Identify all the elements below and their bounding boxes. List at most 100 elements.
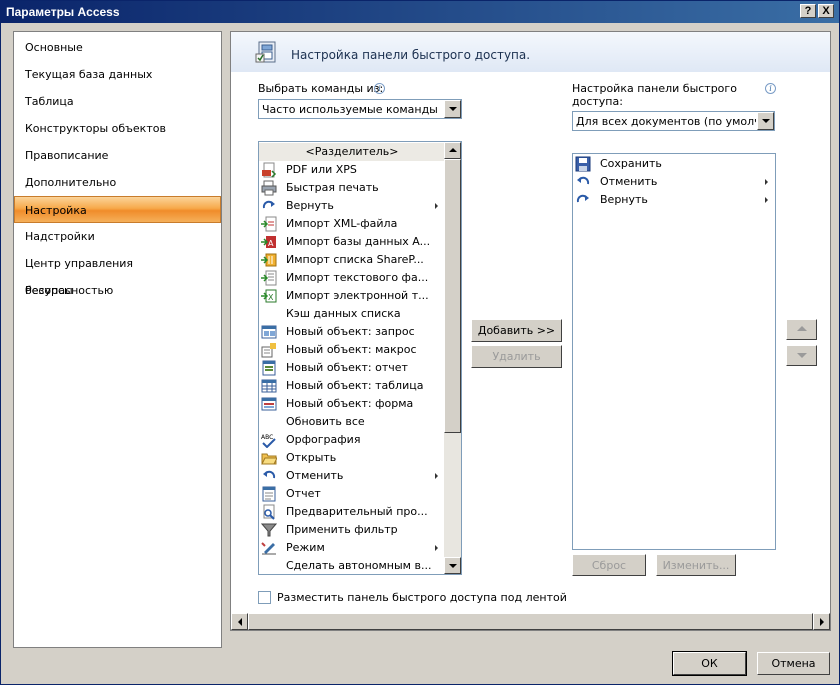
commands-scrollbar[interactable]	[444, 142, 461, 574]
window-title: Параметры Access	[6, 5, 120, 19]
sidebar-item[interactable]: Текущая база данных	[14, 61, 221, 88]
scroll-right-button[interactable]	[813, 613, 830, 630]
open-folder-icon	[261, 450, 278, 466]
list-item-label: Открыть	[286, 451, 337, 464]
list-item-label: Новый объект: запрос	[286, 325, 415, 338]
sidebar-item[interactable]: Правописание	[14, 142, 221, 169]
new-macro-icon	[261, 342, 277, 358]
list-item[interactable]: Обновить все	[259, 413, 445, 431]
add-button[interactable]: Добавить >>	[471, 319, 562, 342]
main-horizontal-scrollbar[interactable]	[231, 613, 830, 630]
list-item[interactable]: Вернуть	[259, 197, 445, 215]
sidebar-item[interactable]: Надстройки	[14, 223, 221, 250]
list-item[interactable]: Новый объект: макрос	[259, 341, 445, 359]
remove-button[interactable]: Удалить	[471, 345, 562, 368]
list-item[interactable]: Отменить	[573, 173, 775, 191]
arrow-up-icon	[797, 326, 807, 331]
customize-toolbar-dropdown[interactable]: Для всех документов (по умолч...	[572, 111, 775, 131]
chevron-down-icon[interactable]	[444, 100, 461, 118]
sidebar: Основные Текущая база данных Таблица Констр…	[13, 31, 222, 648]
choose-commands-label-text: Выбрать команды из:	[258, 82, 384, 95]
modify-button[interactable]: Изменить...	[656, 554, 736, 576]
cancel-button[interactable]: Отмена	[757, 652, 830, 675]
list-item-label: Отменить	[600, 175, 658, 188]
list-item[interactable]: Предварительный про...	[259, 503, 445, 521]
list-item[interactable]: Сохранить	[573, 155, 775, 173]
offline-icon	[261, 558, 277, 574]
list-item[interactable]: Сделать автономным в...	[259, 557, 445, 574]
list-item[interactable]: Кэш данных списка	[259, 305, 445, 323]
move-down-button[interactable]	[786, 345, 817, 366]
filter-icon	[260, 522, 278, 538]
list-item[interactable]: Новый объект: запрос	[259, 323, 445, 341]
below-ribbon-checkbox[interactable]	[258, 591, 271, 604]
arrow-down-icon	[797, 353, 807, 358]
customize-toolbar-value: Для всех документов (по умолч...	[576, 115, 756, 128]
list-item[interactable]: Вернуть	[573, 191, 775, 209]
list-item[interactable]: Импорт текстового фа...	[259, 269, 445, 287]
new-table-icon	[261, 378, 277, 394]
page-title: Настройка панели быстрого доступа.	[291, 48, 531, 62]
import-text-icon	[261, 270, 277, 286]
list-item[interactable]: Отчет	[259, 485, 445, 503]
list-item-label: Кэш данных списка	[286, 307, 401, 320]
ok-button[interactable]: ОК	[672, 651, 747, 676]
list-item-label: Новый объект: форма	[286, 397, 414, 410]
scroll-thumb[interactable]	[444, 159, 461, 433]
list-item-label: Сделать автономным в...	[286, 559, 432, 572]
scroll-down-button[interactable]	[444, 557, 461, 574]
list-item[interactable]: Новый объект: форма	[259, 395, 445, 413]
list-item[interactable]: Быстрая печать	[259, 179, 445, 197]
list-item[interactable]: Новый объект: таблица	[259, 377, 445, 395]
chevron-right-icon	[435, 545, 438, 551]
list-item[interactable]: Применить фильтр	[259, 521, 445, 539]
list-item-label: Отчет	[286, 487, 321, 500]
info-icon: i	[374, 83, 385, 94]
redo-icon	[261, 198, 277, 214]
scroll-up-button[interactable]	[444, 142, 461, 159]
main-panel: Настройка панели быстрого доступа. Выбра…	[230, 31, 831, 631]
sidebar-item[interactable]: Ресурсы	[14, 277, 221, 304]
sidebar-item[interactable]: Таблица	[14, 88, 221, 115]
list-item[interactable]: Режим	[259, 539, 445, 557]
refresh-all-icon	[261, 414, 277, 430]
sidebar-item[interactable]: Центр управления безопасностью	[14, 250, 221, 297]
sidebar-item[interactable]: Дополнительно	[14, 169, 221, 196]
list-item-label: Режим	[286, 541, 325, 554]
horizontal-scroll-thumb[interactable]	[248, 613, 813, 630]
svg-text:A: A	[268, 239, 274, 248]
list-item[interactable]: Отменить	[259, 467, 445, 485]
list-item-label: Новый объект: таблица	[286, 379, 424, 392]
move-up-button[interactable]	[786, 319, 817, 340]
list-item[interactable]: Открыть	[259, 449, 445, 467]
help-button[interactable]: ?	[800, 4, 816, 18]
chevron-right-icon	[765, 197, 768, 203]
sidebar-item[interactable]: Настройка	[14, 196, 221, 223]
list-item[interactable]: Импорт XML-файла	[259, 215, 445, 233]
scroll-left-button[interactable]	[231, 613, 248, 630]
chevron-down-icon[interactable]	[757, 112, 774, 130]
list-item-label: Импорт базы данных A...	[286, 235, 431, 248]
toolbar-items-list[interactable]: Сохранить Отменить Вернуть	[572, 153, 776, 550]
sidebar-item[interactable]: Конструкторы объектов	[14, 115, 221, 142]
redo-icon	[575, 192, 591, 208]
list-item[interactable]: ABC Орфография	[259, 431, 445, 449]
close-button[interactable]: X	[818, 4, 834, 18]
list-item-label: Обновить все	[286, 415, 365, 428]
list-item[interactable]: A Импорт базы данных A...	[259, 233, 445, 251]
choose-commands-dropdown[interactable]: Часто используемые команды	[258, 99, 462, 119]
list-item[interactable]: X Импорт электронной т...	[259, 287, 445, 305]
title-bar: Параметры Access ? X	[1, 1, 839, 23]
commands-list[interactable]: <Разделитель> PDF или XPS Быстрая печать Ве…	[258, 141, 462, 575]
info-icon: i	[765, 83, 776, 94]
reset-button[interactable]: Сброс	[572, 554, 646, 576]
list-item[interactable]: PDF или XPS	[259, 161, 445, 179]
sidebar-item[interactable]: Основные	[14, 34, 221, 61]
header-band: Настройка панели быстрого доступа.	[231, 32, 830, 72]
list-item[interactable]: Импорт списка ShareP...	[259, 251, 445, 269]
list-item[interactable]: Новый объект: отчет	[259, 359, 445, 377]
choose-commands-label: Выбрать команды из:	[258, 82, 383, 95]
quick-print-icon	[261, 180, 277, 196]
undo-icon	[575, 174, 591, 190]
list-item[interactable]: <Разделитель>	[259, 143, 445, 161]
